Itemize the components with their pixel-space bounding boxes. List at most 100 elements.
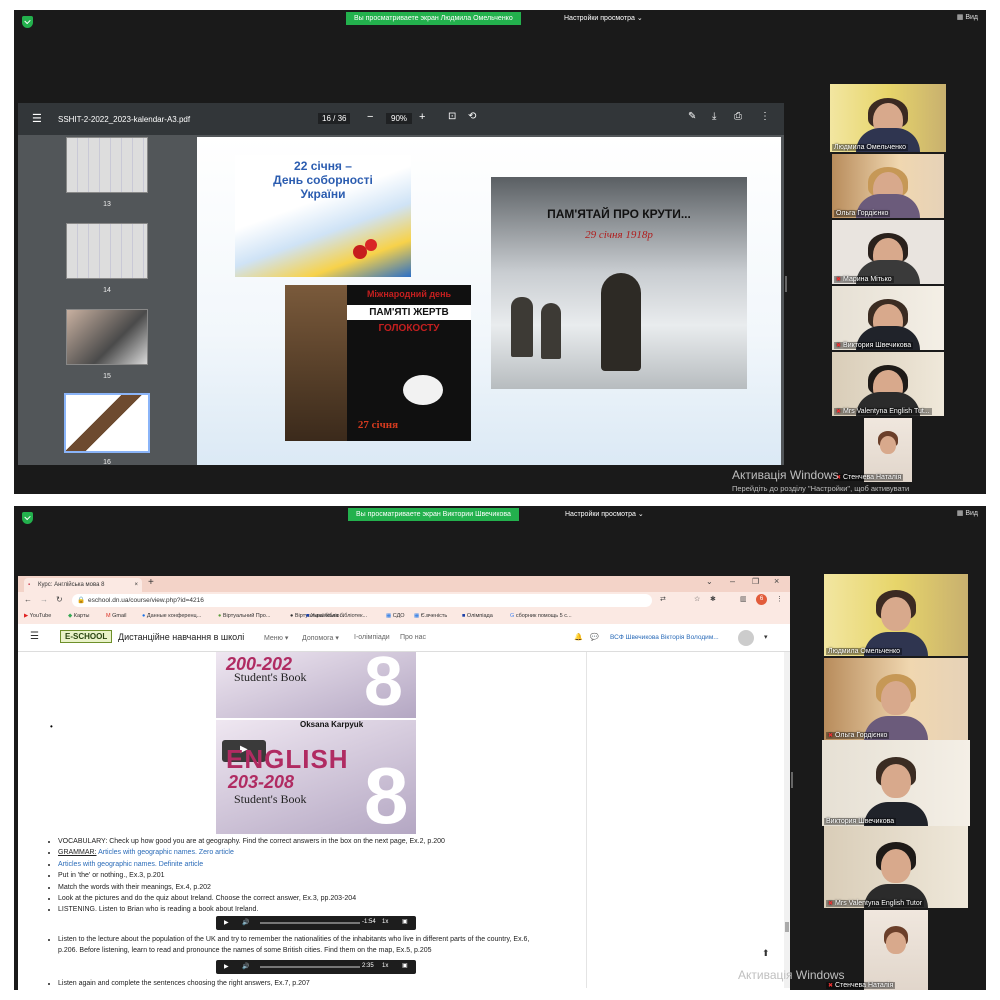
more-options-icon[interactable]: ⋮ bbox=[760, 111, 770, 122]
view-settings-button[interactable]: Настройки просмотра ⌄ bbox=[565, 508, 644, 521]
minimize-icon[interactable]: – bbox=[730, 576, 735, 586]
participant-video bbox=[881, 596, 911, 631]
maps-icon: ◆ bbox=[68, 613, 73, 619]
thumbnail-number: 16 bbox=[103, 459, 111, 465]
participant-tile[interactable]: Ольга Гордієнко bbox=[832, 154, 944, 218]
scroll-to-top-icon[interactable]: ⬆ bbox=[762, 948, 770, 959]
close-window-icon[interactable]: × bbox=[774, 576, 779, 586]
extensions-icon[interactable]: ✱ bbox=[710, 595, 716, 603]
messages-icon[interactable]: 💬 bbox=[590, 633, 599, 641]
page-number-input[interactable]: 16 / 36 bbox=[318, 113, 351, 124]
bookmark-item[interactable]: M Gmail bbox=[106, 613, 127, 619]
participant-name: Виктория Швечикова bbox=[843, 342, 912, 349]
participant-tile[interactable]: ✖ Стенчева Наталія bbox=[832, 418, 944, 482]
view-settings-button[interactable]: Настройки просмотра ⌄ bbox=[564, 12, 643, 25]
list-item: Listen to the lecture about the populati… bbox=[58, 934, 529, 957]
audio-player[interactable]: ▶ 🔊 -1:54 1x ▣ bbox=[216, 916, 416, 930]
bookmark-item[interactable]: ◆ Карты bbox=[68, 613, 89, 619]
volume-icon[interactable]: 🔊 bbox=[242, 919, 249, 926]
user-name[interactable]: ВСФ Швечикова Вікторія Володим... bbox=[610, 634, 719, 641]
url-input[interactable]: 🔒 eschool.dn.ua/course/view.php?id=4216 bbox=[72, 594, 652, 607]
page-scrollbar[interactable] bbox=[784, 652, 790, 988]
participant-tile[interactable]: ✖ Стенчева Наталія bbox=[824, 910, 968, 990]
site-title[interactable]: Дистанційне навчання в школі bbox=[118, 632, 244, 642]
back-arrow-icon[interactable]: ← bbox=[24, 595, 32, 604]
view-button[interactable]: ▦ Вид bbox=[957, 13, 978, 21]
nav-olympiads[interactable]: І-олімпіади bbox=[354, 634, 390, 641]
play-icon[interactable]: ▶ bbox=[224, 919, 229, 926]
profile-avatar[interactable]: 6 bbox=[756, 594, 767, 605]
bookmark-item[interactable]: ▦ Є.вченість bbox=[414, 613, 447, 619]
participant-tile[interactable]: ✖ Ольга Гордієнко bbox=[824, 658, 968, 740]
caption-icon[interactable]: ▣ bbox=[402, 918, 408, 925]
bookmark-item[interactable]: ■ Олімпіада bbox=[462, 613, 493, 619]
participant-tile[interactable]: ✖ Виктория Швечикова bbox=[832, 286, 944, 350]
pdf-filename: SSHIT-2-2022_2023-kalendar-A3.pdf bbox=[58, 115, 191, 124]
participant-tile[interactable]: Людмила Омельченко bbox=[824, 574, 968, 656]
forward-arrow-icon[interactable]: → bbox=[40, 595, 48, 604]
tab-search-icon[interactable]: ⌄ bbox=[706, 577, 713, 586]
browser-menu-icon[interactable]: ⋮ bbox=[776, 595, 783, 603]
menu-icon[interactable]: ☰ bbox=[32, 112, 42, 125]
annotate-pen-icon[interactable]: ✎ bbox=[688, 111, 696, 122]
grammar-link-zero-article[interactable]: Articles with geographic names. Zero art… bbox=[98, 849, 234, 856]
browser-tab[interactable]: ▪ Курс: Англійська мова 8 × bbox=[24, 578, 142, 592]
bookmark-item[interactable]: ● Віртуальний Про... bbox=[218, 613, 270, 619]
user-menu-chevron-icon[interactable]: ▾ bbox=[764, 633, 768, 641]
audio-player[interactable]: ▶ 🔊 2:35 1x ▣ bbox=[216, 960, 416, 974]
thumbnail-number: 15 bbox=[103, 373, 111, 380]
page-thumbnail[interactable] bbox=[66, 223, 148, 279]
bookmark-item[interactable]: ▦ СДО bbox=[386, 613, 405, 619]
security-shield-icon[interactable] bbox=[22, 512, 33, 524]
rotate-icon[interactable]: ⟲ bbox=[468, 111, 476, 122]
play-icon[interactable]: ▶ bbox=[224, 963, 229, 970]
audio-progress-bar[interactable] bbox=[260, 966, 360, 968]
page-thumbnail[interactable] bbox=[66, 137, 148, 193]
panel-resize-handle[interactable] bbox=[785, 276, 787, 292]
nav-menu[interactable]: Меню ▾ bbox=[264, 634, 288, 642]
view-button[interactable]: ▦ Вид bbox=[957, 509, 978, 517]
page-thumbnail-selected[interactable] bbox=[64, 393, 150, 453]
book2-pages: 203-208 bbox=[228, 772, 295, 792]
hamburger-menu-icon[interactable]: ☰ bbox=[30, 631, 39, 642]
bookmark-star-icon[interactable]: ☆ bbox=[694, 595, 700, 603]
download-icon[interactable]: ⤓ bbox=[712, 111, 716, 122]
zoom-out-icon[interactable]: − bbox=[367, 111, 373, 123]
notification-bell-icon[interactable]: 🔔 bbox=[574, 633, 583, 641]
page-thumbnail[interactable] bbox=[66, 309, 148, 365]
grammar-link-definite-article[interactable]: Articles with geographic names. Definite… bbox=[58, 861, 203, 868]
volume-icon[interactable]: 🔊 bbox=[242, 963, 249, 970]
participant-tile[interactable]: ✖ Mrs Valentyna English Tutor bbox=[824, 826, 968, 908]
participant-tile-active-speaker[interactable]: Виктория Швечикова bbox=[822, 740, 970, 826]
panel-resize-handle[interactable] bbox=[791, 772, 793, 788]
reload-icon[interactable]: ↻ bbox=[56, 595, 63, 604]
restore-icon[interactable]: ❐ bbox=[752, 577, 759, 586]
nav-help[interactable]: Допомога ▾ bbox=[302, 634, 339, 642]
nav-about[interactable]: Про нас bbox=[400, 634, 426, 641]
zoom-input[interactable]: 90% bbox=[386, 113, 413, 124]
close-tab-icon[interactable]: × bbox=[134, 578, 138, 592]
white-flower-icon bbox=[403, 375, 443, 405]
audio-progress-bar[interactable] bbox=[260, 922, 360, 924]
participant-tile[interactable]: ✖ Марина Мітько bbox=[832, 220, 944, 284]
fit-page-icon[interactable]: ⊡ bbox=[448, 111, 456, 122]
caption-icon[interactable]: ▣ bbox=[402, 962, 408, 969]
new-tab-icon[interactable]: + bbox=[148, 577, 154, 588]
playback-speed[interactable]: 1x bbox=[382, 963, 388, 969]
user-avatar[interactable] bbox=[738, 630, 754, 646]
scrollbar-thumb[interactable] bbox=[785, 922, 789, 932]
bookmark-item[interactable]: ▶ YouTube bbox=[24, 613, 51, 619]
participant-tile[interactable]: Людмила Омельченко bbox=[830, 84, 946, 152]
bookmark-item[interactable]: ● Данные конференц... bbox=[142, 613, 201, 619]
bookmark-item[interactable]: ■ Українська бібліотек... bbox=[306, 613, 367, 619]
zoom-in-icon[interactable]: + bbox=[419, 111, 425, 123]
print-icon[interactable]: ⎙ bbox=[734, 111, 742, 122]
site-logo[interactable]: E-SCHOOL bbox=[60, 630, 113, 643]
current-page: 16 bbox=[322, 114, 331, 123]
bookmark-item[interactable]: G сборник помощь 5 с... bbox=[510, 613, 572, 619]
side-panel-icon[interactable]: ▥ bbox=[740, 595, 747, 603]
translate-icon[interactable]: ⇄ bbox=[660, 595, 666, 603]
security-shield-icon[interactable] bbox=[22, 16, 33, 28]
playback-speed[interactable]: 1x bbox=[382, 919, 388, 925]
participant-tile[interactable]: ✖ Mrs Valentyna English Tut... bbox=[832, 352, 944, 416]
